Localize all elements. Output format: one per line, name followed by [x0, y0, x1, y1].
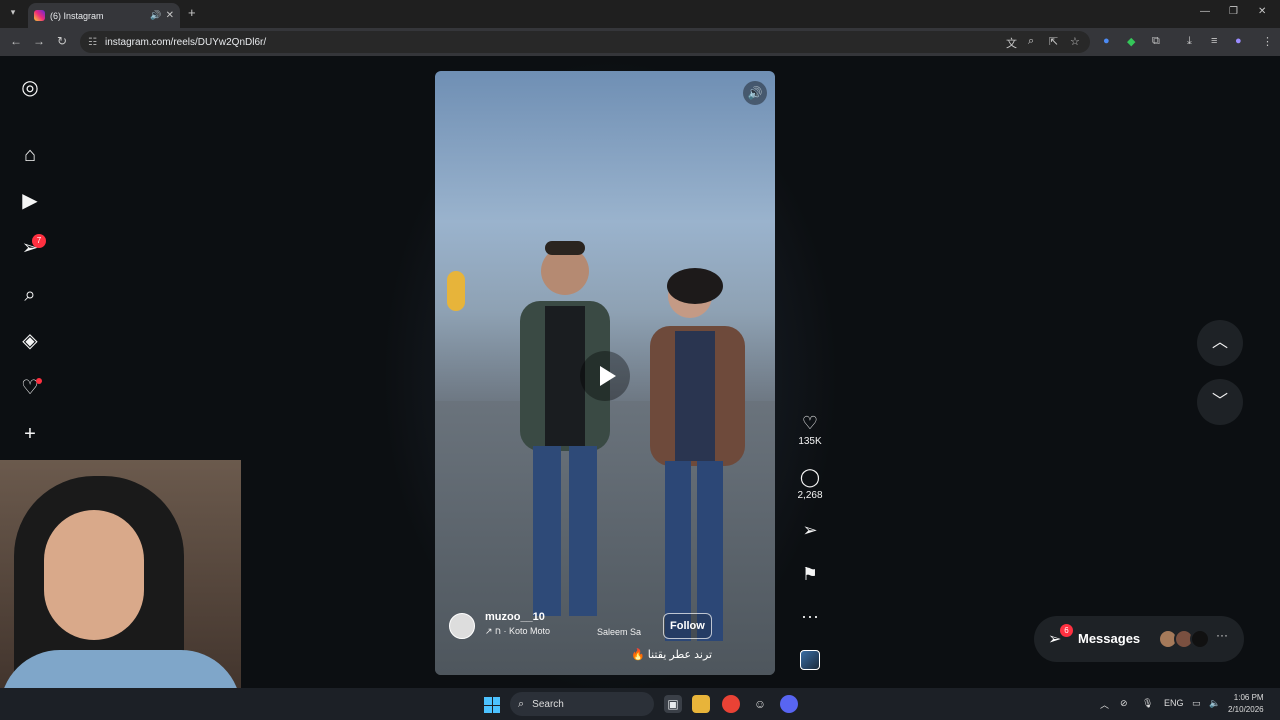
activity-dot [36, 378, 42, 384]
comment-count: 2,268 [797, 490, 823, 501]
chrome-icon[interactable] [722, 695, 740, 713]
home-icon[interactable]: ⌂ [18, 143, 42, 167]
start-icon[interactable] [484, 697, 500, 713]
extensions-icon[interactable]: ⧉ [1152, 35, 1160, 48]
reload-icon[interactable]: ↻ [57, 34, 67, 48]
task-view-icon[interactable]: ▣ [664, 695, 682, 713]
create-icon[interactable]: + [18, 422, 42, 446]
chevron-down-icon: ﹀ [1211, 393, 1228, 410]
share-action[interactable]: ➢ [796, 520, 824, 540]
profile-icon[interactable]: ● [1235, 35, 1242, 47]
clock-date: 2/10/2026 [1228, 705, 1264, 714]
previous-reel-button[interactable]: ︿ [1197, 320, 1243, 366]
display-icon[interactable]: ▭ [1192, 698, 1201, 709]
author-avatar[interactable] [449, 613, 475, 639]
network-icon[interactable]: ⊘ [1120, 698, 1128, 709]
messages-button[interactable]: ➢ 6 Messages ··· [1034, 616, 1244, 662]
mic-icon[interactable]: 🎙 [1142, 698, 1153, 709]
music-label[interactable]: ↗ ח · Koto Moto [485, 626, 550, 637]
webcam-face [44, 510, 144, 640]
comment-icon[interactable]: ◯ [796, 467, 824, 487]
like-count: 135K [798, 436, 822, 447]
share-icon[interactable]: ➢ [796, 520, 824, 540]
app-icon[interactable]: ☺ [751, 695, 769, 713]
like-icon[interactable]: ♡ [796, 413, 824, 433]
audio-thumbnail[interactable] [800, 650, 820, 670]
chevron-up-icon: ︿ [1211, 334, 1228, 351]
instagram-logo-icon[interactable]: ◎ [18, 76, 42, 100]
clock-time: 1:06 PM [1233, 693, 1264, 702]
tab-close-icon[interactable]: ✕ [166, 10, 174, 21]
restore-icon[interactable]: ❐ [1229, 6, 1238, 17]
more-action[interactable]: ··· [796, 606, 824, 626]
new-tab-button[interactable]: + [188, 5, 196, 20]
reel-video[interactable]: 🔊 muzoo__10 ↗ ח · Koto Moto Saleem Sa Fo… [435, 71, 775, 675]
address-bar[interactable]: ☷ instagram.com/reels/DUYw2QnDl6r/ [80, 31, 1090, 53]
zoom-icon[interactable]: ⌕ [1028, 35, 1034, 48]
language-indicator[interactable]: ENG [1164, 698, 1184, 708]
reel-caption: ترند عطر يقتنا 🔥 [631, 649, 713, 661]
volume-tray-icon[interactable]: 🔈 [1209, 698, 1220, 709]
downloads-icon[interactable]: ⤓ [1187, 35, 1192, 48]
reading-list-icon[interactable]: ≡ [1211, 35, 1217, 47]
menu-icon[interactable]: ⋮ [1262, 35, 1273, 48]
back-icon[interactable]: ← [10, 34, 22, 48]
explore-icon[interactable]: ◈ [18, 329, 42, 353]
tab-instagram[interactable]: (6) Instagram 🔊 ✕ [28, 3, 180, 28]
browser-toolbar: ← → ↻ ☷ instagram.com/reels/DUYw2QnDl6r/… [0, 28, 1280, 56]
clock[interactable]: 1:06 PM 2/10/2026 [1228, 692, 1264, 716]
close-window-icon[interactable]: ✕ [1258, 6, 1266, 17]
bookmark-icon[interactable]: ⚑ [796, 564, 824, 584]
extension-1-icon[interactable]: ● [1103, 35, 1110, 47]
avatar [1190, 629, 1210, 649]
bookmark-star-icon[interactable]: ☆ [1070, 35, 1080, 48]
site-info-icon[interactable]: ☷ [88, 37, 97, 48]
second-author[interactable]: Saleem Sa [597, 627, 641, 637]
forward-icon[interactable]: → [33, 34, 45, 48]
translate-icon[interactable]: 文 [1006, 35, 1017, 51]
messages-badge: 6 [1060, 624, 1073, 637]
notification-badge: 7 [32, 234, 46, 248]
reels-icon[interactable]: ▶ [18, 189, 42, 213]
more-icon: ··· [1216, 628, 1228, 642]
minimize-icon[interactable]: — [1200, 6, 1210, 17]
comment-action[interactable]: ◯ 2,268 [796, 467, 824, 501]
extension-shield-icon[interactable]: ◆ [1127, 35, 1135, 48]
reel-author: muzoo__10 ↗ ח · Koto Moto [449, 611, 550, 639]
follow-button[interactable]: Follow [663, 613, 712, 639]
webcam-overlay [0, 460, 241, 720]
install-icon[interactable]: ⇱ [1049, 35, 1058, 48]
instagram-favicon-icon [34, 10, 45, 21]
tab-search-icon[interactable]: ▾ [6, 7, 20, 21]
url-text: instagram.com/reels/DUYw2QnDl6r/ [104, 36, 267, 48]
video-sign [447, 271, 465, 311]
tab-audio-icon[interactable]: 🔊 [150, 10, 161, 21]
author-username[interactable]: muzoo__10 [485, 611, 550, 623]
tray-chevron-icon[interactable]: ︿ [1100, 698, 1109, 711]
search-icon[interactable]: ⌕ [18, 283, 42, 307]
video-person-man [520, 241, 610, 616]
more-icon[interactable]: ··· [796, 606, 824, 626]
taskbar-search[interactable]: ⌕ Search [510, 692, 654, 716]
like-action[interactable]: ♡ 135K [796, 413, 824, 447]
search-label: Search [532, 698, 564, 710]
messages-label: Messages [1078, 631, 1141, 646]
video-person-woman [650, 268, 745, 641]
next-reel-button[interactable]: ﹀ [1197, 379, 1243, 425]
windows-taskbar: ⌕ Search ▣ ☺ ︿ ⊘ 🎙 ENG ▭ 🔈 1:06 PM 2/10/… [0, 688, 1280, 720]
play-icon[interactable] [580, 351, 630, 401]
discord-icon[interactable] [780, 695, 798, 713]
file-explorer-icon[interactable] [692, 695, 710, 713]
search-icon: ⌕ [518, 697, 525, 710]
save-action[interactable]: ⚑ [796, 564, 824, 584]
browser-tabbar: ▾ (6) Instagram 🔊 ✕ + — ❐ ✕ [0, 0, 1280, 28]
volume-icon[interactable]: 🔊 [743, 81, 767, 105]
tab-title: (6) Instagram [50, 10, 104, 21]
